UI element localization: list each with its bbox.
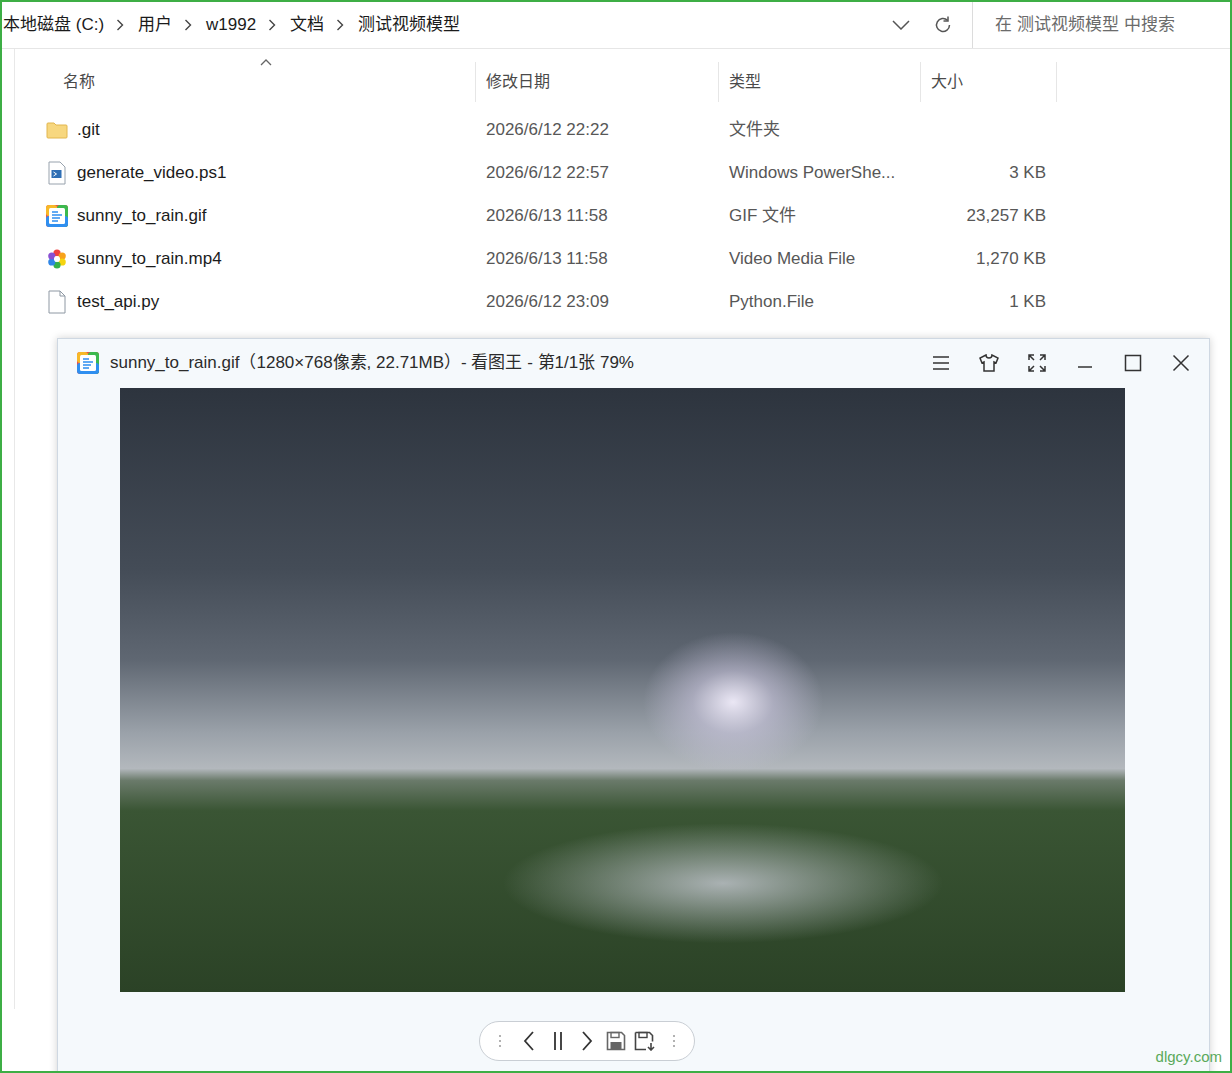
file-row[interactable]: generate_video.ps1 2026/6/12 22:57Windows… [15, 151, 1230, 194]
viewer-title-bar[interactable]: sunny_to_rain.gif（1280×768像素, 22.71MB）- … [58, 339, 1209, 387]
image-file-icon [45, 204, 69, 228]
chevron-down-icon [892, 20, 910, 30]
grip-icon [672, 1034, 676, 1048]
file-size: 1,270 KB [921, 246, 1057, 272]
image-viewer-window[interactable]: sunny_to_rain.gif（1280×768像素, 22.71MB）- … [57, 338, 1210, 1073]
file-name: sunny_to_rain.gif [77, 203, 206, 229]
file-size: 3 KB [921, 160, 1057, 186]
window-controls [917, 341, 1205, 385]
minimize-button[interactable] [1061, 341, 1109, 385]
breadcrumb-item[interactable]: 用户 [138, 12, 172, 38]
breadcrumb-item[interactable]: 文档 [290, 12, 324, 38]
column-header[interactable]: 类型 [719, 62, 921, 102]
breadcrumb: 本地磁盘 (C:) 用户 w1992 文档 测试视频模型 [2, 12, 880, 38]
previous-button[interactable] [515, 1024, 544, 1058]
save-as-icon [634, 1031, 656, 1051]
column-header[interactable]: 大小 [921, 62, 1057, 102]
skin-button[interactable] [965, 341, 1013, 385]
menu-icon [933, 356, 949, 370]
chevron-right-icon [581, 1031, 593, 1051]
column-label: 大小 [931, 70, 963, 94]
pause-icon [552, 1031, 564, 1051]
refresh-button[interactable] [922, 5, 964, 45]
viewer-app-icon [76, 351, 100, 375]
chevron-right-icon [336, 19, 346, 31]
modified-date: 2026/6/12 22:57 [476, 160, 719, 186]
toolbar-grip[interactable] [659, 1024, 688, 1058]
toolbar-grip[interactable] [486, 1024, 515, 1058]
expand-icon [1028, 354, 1046, 372]
breadcrumb-item[interactable]: w1992 [206, 12, 256, 38]
script-file-icon [45, 161, 69, 185]
refresh-icon [933, 15, 953, 35]
file-name: sunny_to_rain.mp4 [77, 246, 222, 272]
chevron-right-icon [184, 19, 194, 31]
video-file-icon [45, 247, 69, 271]
watermark: dlgcy.com [1156, 1046, 1222, 1069]
column-label: 名称 [63, 70, 95, 94]
modified-date: 2026/6/12 22:22 [476, 117, 719, 143]
file-row[interactable]: sunny_to_rain.gif 2026/6/13 11:58GIF 文件23… [15, 194, 1230, 237]
chevron-right-icon [116, 19, 126, 31]
file-type: GIF 文件 [719, 203, 921, 229]
next-button[interactable] [573, 1024, 602, 1058]
file-name: generate_video.ps1 [77, 160, 226, 186]
save-icon [606, 1031, 626, 1051]
modified-date: 2026/6/13 11:58 [476, 246, 719, 272]
save-as-button[interactable] [630, 1024, 659, 1058]
file-size: 1 KB [921, 289, 1057, 315]
column-label: 类型 [729, 70, 761, 94]
chevron-right-icon [268, 19, 278, 31]
address-bar[interactable]: 本地磁盘 (C:) 用户 w1992 文档 测试视频模型 [2, 2, 973, 48]
file-size: 23,257 KB [921, 203, 1057, 229]
minimize-icon [1077, 355, 1093, 371]
file-name-cell: generate_video.ps1 [15, 160, 476, 186]
file-type: 文件夹 [719, 117, 921, 143]
maximize-button[interactable] [1109, 341, 1157, 385]
file-name-cell: test_api.py [15, 289, 476, 315]
address-toolbar: 本地磁盘 (C:) 用户 w1992 文档 测试视频模型 [2, 2, 1230, 49]
viewer-toolbar [479, 1021, 695, 1061]
search-box[interactable] [973, 2, 1230, 48]
column-header[interactable]: 名称 [15, 62, 476, 102]
file-name: .git [77, 117, 100, 143]
close-icon [1172, 354, 1190, 372]
file-row[interactable]: .git 2026/6/12 22:22文件夹 [15, 108, 1230, 151]
sort-ascending-icon [260, 58, 272, 66]
file-name-cell: sunny_to_rain.gif [15, 203, 476, 229]
plain-file-icon [45, 290, 69, 314]
column-header-row: 名称 修改日期 类型 大小 [15, 62, 1230, 102]
grip-icon [498, 1034, 502, 1048]
file-row[interactable]: test_api.py 2026/6/12 23:09Python.File1 K… [15, 280, 1230, 323]
close-button[interactable] [1157, 341, 1205, 385]
file-type: Video Media File [719, 246, 921, 272]
file-type: Python.File [719, 289, 921, 315]
file-row[interactable]: sunny_to_rain.mp4 2026/6/13 11:58Video Me… [15, 237, 1230, 280]
modified-date: 2026/6/12 23:09 [476, 289, 719, 315]
desktop-screen: 本地磁盘 (C:) 用户 w1992 文档 测试视频模型 名称 修改日期 类型 大小 .git… [0, 0, 1232, 1073]
file-type: Windows PowerShe... [719, 160, 921, 186]
file-name-cell: sunny_to_rain.mp4 [15, 246, 476, 272]
play-pause-button[interactable] [544, 1024, 573, 1058]
maximize-icon [1124, 354, 1142, 372]
folder-file-icon [45, 118, 69, 142]
breadcrumb-item[interactable]: 测试视频模型 [358, 12, 460, 38]
chevron-left-icon [523, 1031, 535, 1051]
column-header[interactable]: 修改日期 [476, 62, 719, 102]
menu-button[interactable] [917, 341, 965, 385]
shirt-icon [979, 354, 999, 372]
save-button[interactable] [601, 1024, 630, 1058]
breadcrumb-item[interactable]: 本地磁盘 (C:) [3, 12, 104, 38]
file-name-cell: .git [15, 117, 476, 143]
file-rows: .git 2026/6/12 22:22文件夹 generate_video.ps1… [15, 108, 1230, 323]
file-name: test_api.py [77, 289, 159, 315]
history-dropdown-button[interactable] [880, 5, 922, 45]
column-label: 修改日期 [486, 70, 550, 94]
viewer-title: sunny_to_rain.gif（1280×768像素, 22.71MB）- … [110, 350, 634, 376]
modified-date: 2026/6/13 11:58 [476, 203, 719, 229]
gif-frame-picture [120, 388, 1125, 992]
search-input[interactable] [985, 4, 1226, 46]
fullscreen-button[interactable] [1013, 341, 1061, 385]
